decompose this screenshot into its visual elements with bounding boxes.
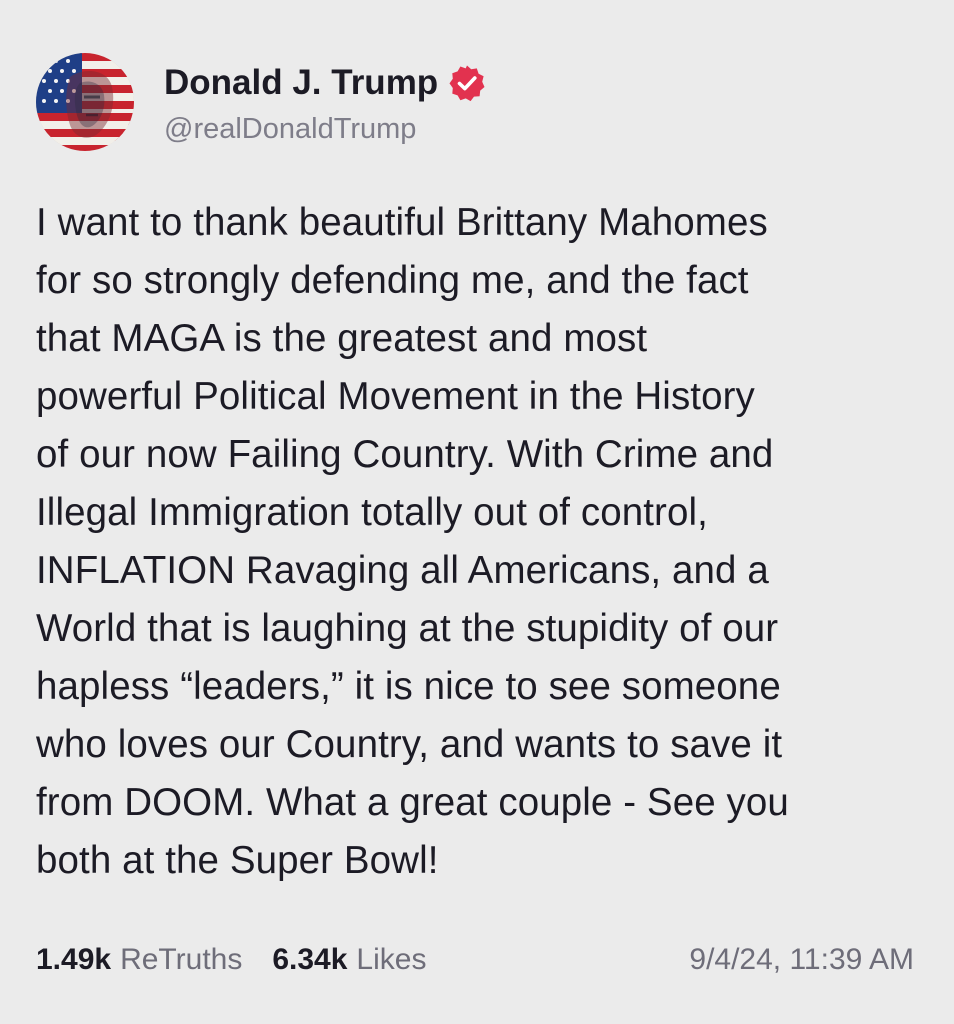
retruths-label: ReTruths — [120, 943, 243, 976]
truth-post: Donald J. Trump @realDonaldTrump I want … — [0, 0, 954, 1024]
retruths-stat[interactable]: 1.49k ReTruths — [36, 943, 242, 977]
likes-stat[interactable]: 6.34k Likes — [272, 943, 426, 977]
post-timestamp[interactable]: 9/4/24, 11:39 AM — [689, 943, 914, 977]
author-display-name[interactable]: Donald J. Trump — [164, 63, 438, 103]
verified-badge-icon — [448, 64, 486, 102]
flag-portrait-avatar-icon — [36, 53, 134, 151]
post-footer: 1.49k ReTruths 6.34k Likes 9/4/24, 11:39… — [36, 938, 914, 982]
name-row: Donald J. Trump — [164, 59, 486, 107]
author-identity: Donald J. Trump @realDonaldTrump — [164, 59, 486, 146]
likes-count: 6.34k — [272, 943, 348, 976]
post-header: Donald J. Trump @realDonaldTrump — [36, 50, 486, 154]
avatar[interactable] — [36, 53, 134, 151]
likes-label: Likes — [356, 943, 427, 976]
retruths-count: 1.49k — [36, 943, 112, 976]
post-body-text: I want to thank beautiful Brittany Mahom… — [36, 201, 789, 882]
author-handle[interactable]: @realDonaldTrump — [164, 113, 486, 146]
